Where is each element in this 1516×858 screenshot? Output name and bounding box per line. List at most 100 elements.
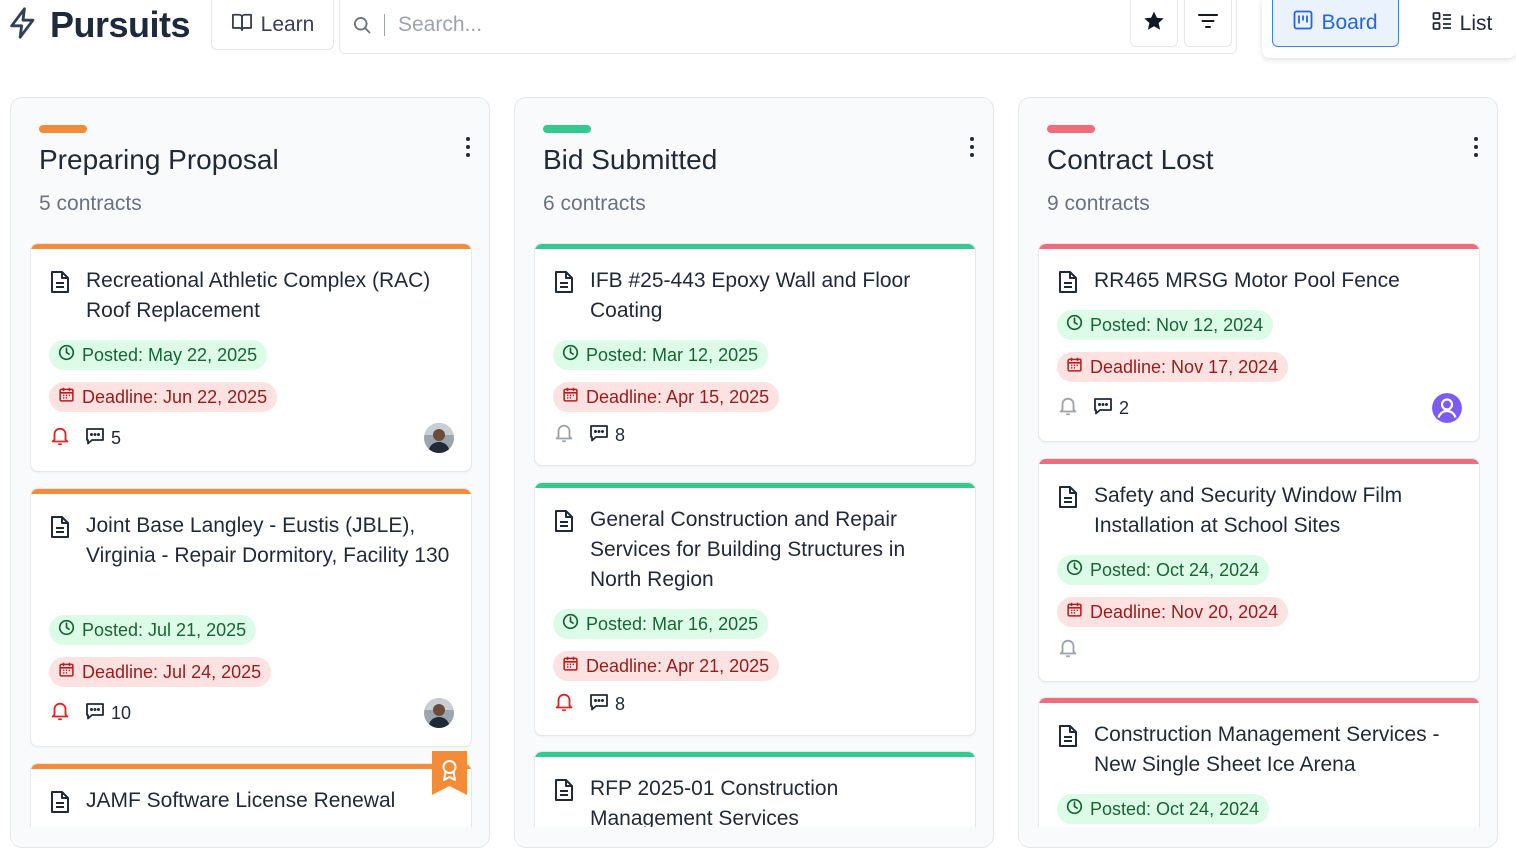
column-count: 5 contracts — [39, 192, 142, 215]
deadline-date: Deadline: Apr 15, 2025 — [586, 386, 770, 407]
learn-button[interactable]: Learn — [211, 0, 334, 50]
clock-icon — [1066, 798, 1083, 820]
book-icon — [231, 12, 253, 38]
list-view-button[interactable]: List — [1412, 0, 1512, 47]
app-title: Pursuits — [50, 4, 191, 45]
deadline-date: Deadline: Jul 24, 2025 — [82, 661, 262, 682]
comment-icon — [589, 423, 609, 448]
contract-card[interactable]: Safety and Security Window Film Installa… — [1038, 458, 1480, 682]
board-label: Board — [1321, 11, 1378, 34]
search-input[interactable] — [398, 8, 1158, 42]
comments-number: 5 — [111, 427, 122, 448]
contract-card[interactable]: Joint Base Langley - Eustis (JBLE), Virg… — [30, 488, 472, 747]
card-list: RR465 MRSG Motor Pool Fence Posted: Nov … — [1038, 243, 1480, 827]
clock-icon — [562, 344, 579, 366]
card-title: Construction Management Services - New S… — [1094, 723, 1440, 776]
posted-date: Posted: May 22, 2025 — [82, 344, 258, 365]
bell-alert-icon[interactable] — [553, 691, 575, 718]
comments-count[interactable]: 2 — [1093, 396, 1129, 421]
column-accent — [39, 125, 87, 133]
clock-icon — [562, 613, 579, 635]
contract-card[interactable]: RFP 2025-01 Construction Management Serv… — [534, 751, 976, 827]
posted-badge: Posted: May 22, 2025 — [49, 340, 268, 370]
more-vertical-icon[interactable] — [965, 136, 979, 158]
column-accent — [1047, 125, 1095, 133]
deadline-badge: Deadline: Apr 21, 2025 — [553, 651, 780, 681]
document-icon — [50, 270, 72, 326]
document-icon — [554, 270, 576, 326]
document-icon — [1058, 724, 1080, 780]
avatar[interactable] — [1432, 393, 1462, 423]
column-title: Preparing Proposal — [39, 144, 279, 175]
comment-icon — [85, 426, 105, 451]
comments-number: 10 — [111, 702, 132, 723]
contract-card[interactable]: Construction Management Services - New S… — [1038, 697, 1480, 827]
card-list: IFB #25-443 Epoxy Wall and Floor Coating… — [534, 243, 976, 827]
calendar-icon — [1066, 601, 1083, 623]
calendar-icon — [1066, 356, 1083, 378]
posted-date: Posted: Nov 12, 2024 — [1090, 314, 1264, 335]
card-title: JAMF Software License Renewal — [86, 789, 396, 812]
search-box[interactable] — [339, 0, 1237, 54]
column-contract-lost: Contract Lost 9 contracts RR465 MRSG Mot… — [1018, 97, 1498, 848]
avatar[interactable] — [424, 423, 454, 453]
deadline-badge: Deadline: Jul 24, 2025 — [49, 657, 272, 687]
card-title: General Construction and Repair Services… — [590, 508, 906, 591]
card-title: Safety and Security Window Film Installa… — [1094, 484, 1403, 537]
bell-icon[interactable] — [553, 422, 575, 449]
board-view-button[interactable]: Board — [1272, 0, 1399, 47]
contract-card[interactable]: JAMF Software License Renewal — [30, 763, 472, 827]
column-title: Contract Lost — [1047, 144, 1214, 175]
more-vertical-icon[interactable] — [461, 136, 475, 158]
bell-alert-icon[interactable] — [49, 700, 71, 727]
posted-date: Posted: Oct 24, 2024 — [1090, 798, 1260, 819]
document-icon — [50, 790, 72, 819]
view-toggle: Board List — [1262, 0, 1516, 58]
deadline-date: Deadline: Apr 21, 2025 — [586, 655, 770, 676]
column-count: 9 contracts — [1047, 192, 1150, 215]
posted-date: Posted: Jul 21, 2025 — [82, 619, 247, 640]
comment-icon — [1093, 396, 1113, 421]
clock-icon — [1066, 314, 1083, 336]
contract-card[interactable]: RR465 MRSG Motor Pool Fence Posted: Nov … — [1038, 243, 1480, 442]
clock-icon — [1066, 559, 1083, 581]
bell-alert-icon[interactable] — [49, 425, 71, 452]
contract-card[interactable]: General Construction and Repair Services… — [534, 482, 976, 736]
learn-label: Learn — [260, 12, 315, 36]
document-icon — [50, 515, 72, 571]
column-accent — [543, 125, 591, 133]
clock-icon — [58, 344, 75, 366]
brand: Pursuits — [6, 2, 191, 48]
card-title: Recreational Athletic Complex (RAC) Roof… — [86, 269, 431, 322]
bell-icon[interactable] — [1057, 395, 1079, 422]
deadline-badge: Deadline: Nov 17, 2024 — [1057, 352, 1289, 382]
card-title: Joint Base Langley - Eustis (JBLE), Virg… — [86, 514, 450, 567]
avatar[interactable] — [424, 698, 454, 728]
filter-button[interactable] — [1184, 0, 1232, 47]
filter-lines-icon — [1197, 12, 1219, 35]
comments-count[interactable]: 8 — [589, 423, 625, 448]
posted-badge: Posted: Mar 16, 2025 — [553, 609, 769, 639]
posted-badge: Posted: Nov 12, 2024 — [1057, 310, 1274, 340]
comment-icon — [589, 692, 609, 717]
contract-card[interactable]: Recreational Athletic Complex (RAC) Roof… — [30, 243, 472, 472]
comments-count[interactable]: 5 — [85, 426, 121, 451]
clock-icon — [58, 619, 75, 641]
comments-number: 8 — [615, 693, 626, 714]
deadline-date: Deadline: Nov 20, 2024 — [1090, 601, 1279, 622]
comment-icon — [85, 701, 105, 726]
document-icon — [554, 778, 576, 827]
list-label: List — [1459, 11, 1493, 35]
more-vertical-icon[interactable] — [1469, 136, 1483, 158]
comments-count[interactable]: 10 — [85, 701, 131, 726]
card-title: RFP 2025-01 Construction Management Serv… — [590, 777, 839, 827]
comments-count[interactable]: 8 — [589, 692, 625, 717]
deadline-date: Deadline: Jun 22, 2025 — [82, 386, 268, 407]
bell-icon[interactable] — [1057, 637, 1079, 664]
document-icon — [1058, 485, 1080, 541]
contract-card[interactable]: IFB #25-443 Epoxy Wall and Floor Coating… — [534, 243, 976, 466]
calendar-icon — [562, 655, 579, 677]
comments-number: 8 — [615, 424, 626, 445]
calendar-icon — [58, 661, 75, 683]
favorites-button[interactable] — [1130, 0, 1178, 47]
